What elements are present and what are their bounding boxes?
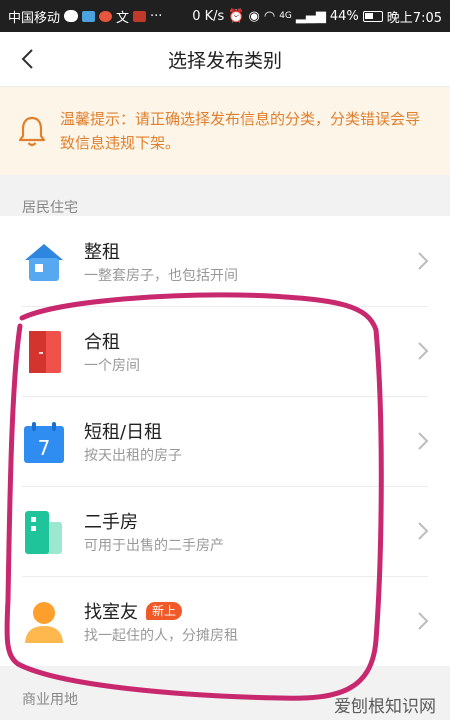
battery-icon	[362, 10, 383, 22]
chevron-right-icon	[418, 522, 429, 540]
category-row-second-hand-house[interactable]: 二手房 可用于出售的二手房产	[0, 486, 450, 576]
calendar-icon: 7	[24, 422, 64, 463]
category-list: 整租 一整套房子，也包括开间 合租 一个房间 7 短租/日租 按天出租的房子 二…	[0, 216, 450, 666]
category-row-find-roommate[interactable]: 找室友 新上 找一起住的人，分摊房租	[0, 576, 450, 666]
category-title: 短租/日租	[84, 422, 163, 443]
new-badge: 新上	[146, 602, 183, 620]
category-subtitle: 一个房间	[84, 358, 140, 374]
clock: 晚上7:05	[386, 10, 442, 26]
red-square-app-icon	[133, 10, 147, 22]
calendar-day-number: 7	[38, 436, 51, 460]
eye-icon: ◉	[248, 8, 260, 24]
watermark: 爱刨根知识网	[334, 697, 436, 717]
status-right: 0 K/s ⏰ ◉ ◠ 4G ▂▄▆ 44% 晚上7:05	[192, 7, 442, 26]
category-title: 找室友 新上	[84, 598, 183, 624]
status-left: 中国移动 文 ···	[8, 7, 162, 26]
text-app-icon: 文	[116, 10, 130, 26]
network-speed: 0 K/s	[192, 8, 225, 24]
weather-app-icon	[82, 10, 96, 22]
house-icon	[25, 244, 63, 281]
category-row-short-term-rent[interactable]: 7 短租/日租 按天出租的房子	[0, 396, 450, 486]
category-subtitle: 按天出租的房子	[84, 448, 182, 464]
category-row-shared-rent[interactable]: 合租 一个房间	[0, 306, 450, 396]
chevron-right-icon	[418, 432, 429, 450]
status-bar: 中国移动 文 ··· 0 K/s ⏰ ◉ ◠ 4G ▂▄▆ 44% 晚上7:05	[0, 0, 450, 32]
category-subtitle: 找一起住的人，分摊房租	[84, 628, 238, 644]
notice-text: 温馨提示：请正确选择发布信息的分类，分类错误会导致信息违规下架。	[60, 110, 421, 152]
chevron-right-icon	[418, 612, 429, 630]
more-notifications-icon: ···	[150, 8, 163, 24]
section-label-commercial: 商业用地	[22, 692, 78, 708]
category-title: 合租	[84, 332, 120, 353]
page-title: 选择发布类别	[167, 49, 282, 72]
carrier-label: 中国移动	[8, 10, 61, 26]
category-title: 整租	[84, 242, 120, 263]
alarm-icon: ⏰	[228, 8, 245, 24]
signal-icon: ▂▄▆	[295, 8, 326, 24]
category-row-whole-rent[interactable]: 整租 一整套房子，也包括开间	[0, 216, 450, 306]
section-label-residential: 居民住宅	[22, 200, 78, 216]
door-icon	[29, 331, 61, 373]
notice-banner: 温馨提示：请正确选择发布信息的分类，分类错误会导致信息违规下架。	[0, 87, 450, 175]
wifi-icon: ◠	[263, 8, 276, 24]
category-subtitle: 可用于出售的二手房产	[84, 538, 224, 554]
person-icon	[25, 602, 63, 643]
signal-generation: 4G	[279, 11, 292, 21]
navigation-bar: 选择发布类别	[0, 32, 450, 87]
building-icon	[25, 511, 62, 554]
back-arrow-icon[interactable]	[16, 46, 42, 72]
battery-percent: 44%	[329, 8, 359, 24]
category-title: 二手房	[84, 512, 138, 533]
red-app-icon	[99, 10, 113, 22]
message-icon	[64, 10, 79, 22]
category-subtitle: 一整套房子，也包括开间	[84, 268, 238, 284]
bell-icon	[18, 116, 46, 147]
chevron-right-icon	[418, 252, 429, 270]
chevron-right-icon	[418, 342, 429, 360]
